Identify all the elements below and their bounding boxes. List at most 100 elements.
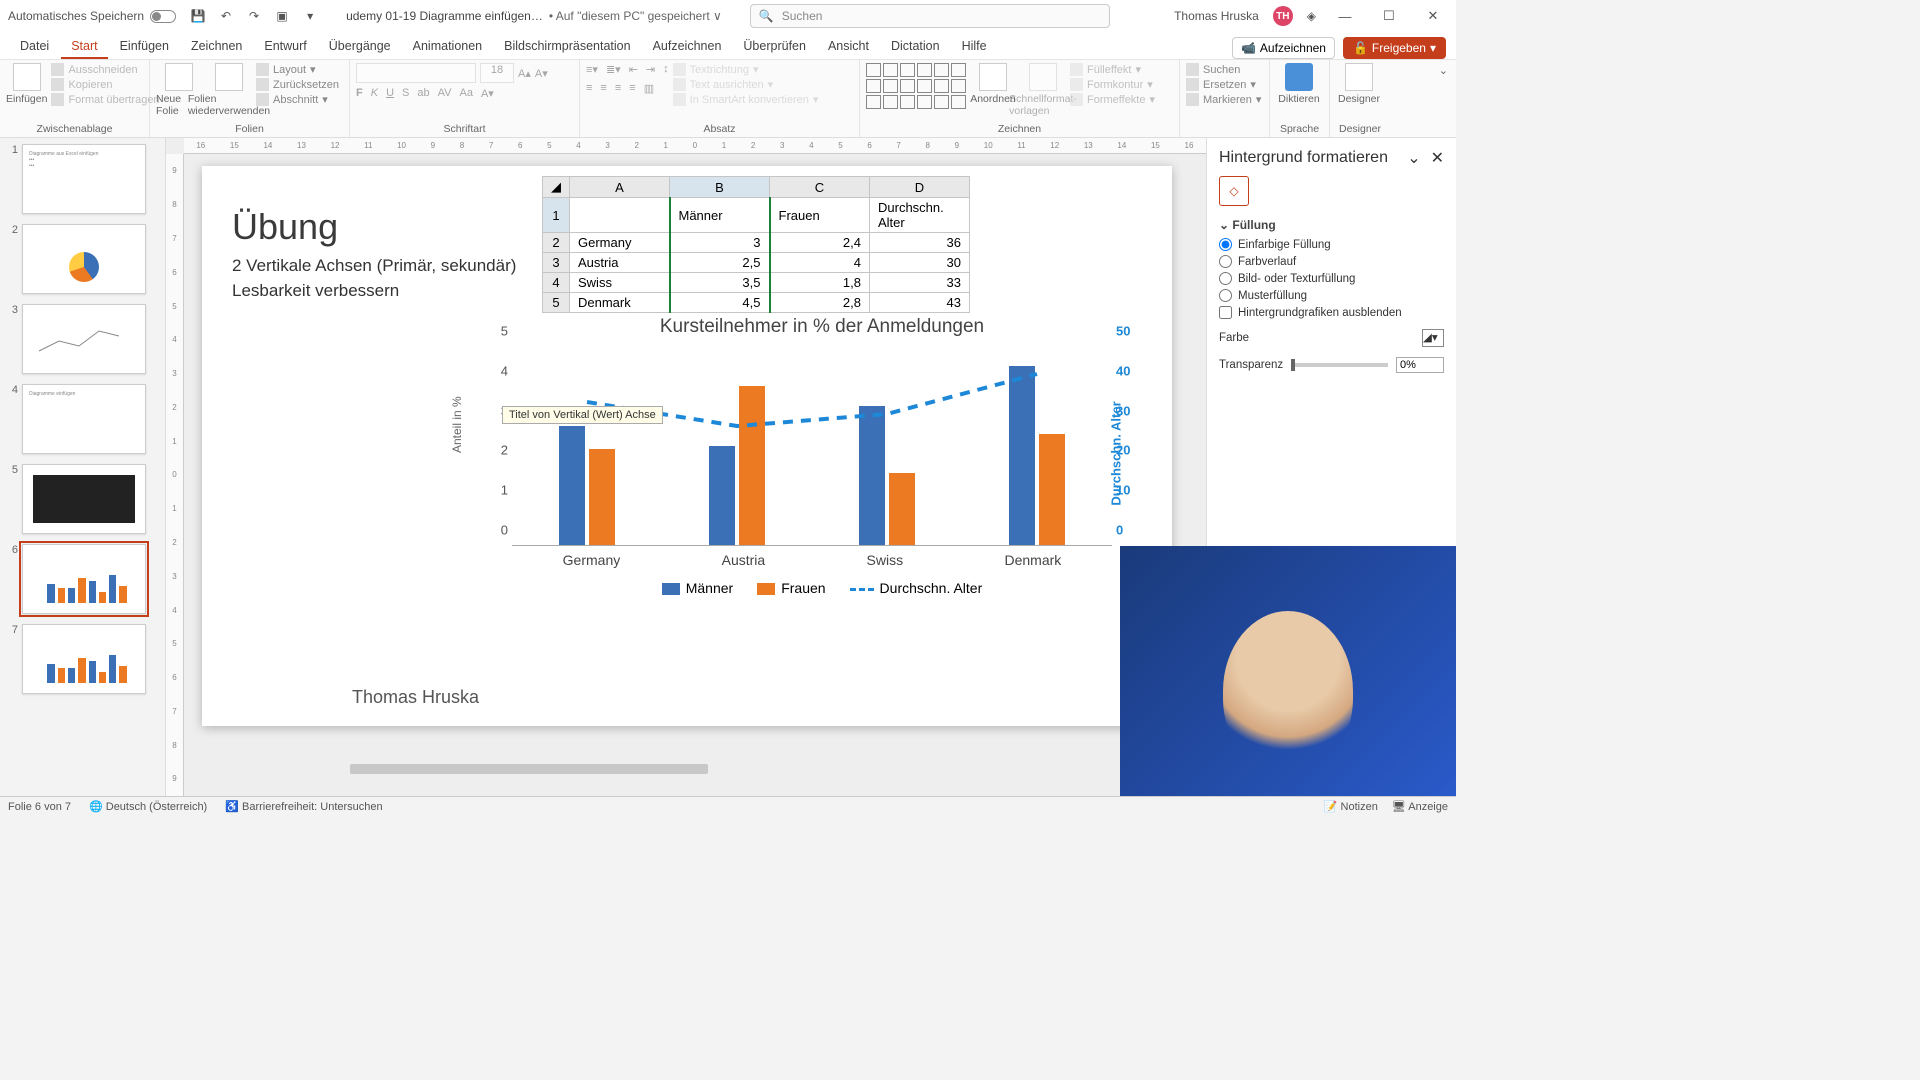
- tab-uebergaenge[interactable]: Übergänge: [319, 34, 401, 59]
- diamond-icon[interactable]: ◈: [1307, 9, 1316, 23]
- thumb-1[interactable]: Diagramme aus Excel einfügen••••••: [22, 144, 146, 214]
- replace-icon: [1186, 78, 1199, 91]
- chart[interactable]: Kursteilnehmer in % der Anmeldungen Ante…: [472, 316, 1172, 596]
- replace-button[interactable]: Ersetzen ▾: [1186, 78, 1261, 91]
- bar-frauen-Swiss[interactable]: [889, 473, 915, 545]
- tab-zeichnen[interactable]: Zeichnen: [181, 34, 252, 59]
- col-b[interactable]: B: [670, 177, 770, 198]
- slide-editor[interactable]: 1615141312111098765432101234567891011121…: [166, 138, 1206, 796]
- panel-options-icon[interactable]: ⌄: [1407, 150, 1420, 167]
- section-fuellung[interactable]: ⌄ Füllung: [1219, 218, 1444, 232]
- bar-frauen-Austria[interactable]: [739, 386, 765, 545]
- opt-solid[interactable]: Einfarbige Füllung: [1219, 238, 1444, 251]
- dictate-button[interactable]: Diktieren: [1276, 63, 1322, 105]
- color-picker[interactable]: ◢▾: [1422, 329, 1444, 347]
- slide-footer[interactable]: Thomas Hruska: [352, 687, 479, 708]
- numbering-icon: ≣▾: [606, 63, 621, 76]
- tab-animationen[interactable]: Animationen: [403, 34, 493, 59]
- tab-ueberpruefen[interactable]: Überprüfen: [733, 34, 816, 59]
- select-icon: [1186, 93, 1199, 106]
- increase-font-icon: A▴: [518, 67, 531, 80]
- slide-counter[interactable]: Folie 6 von 7: [8, 801, 71, 813]
- col-c[interactable]: C: [770, 177, 870, 198]
- document-title[interactable]: udemy 01-19 Diagramme einfügen…: [346, 9, 543, 23]
- tab-start[interactable]: Start: [61, 34, 107, 59]
- slide-thumbnails[interactable]: 1Diagramme aus Excel einfügen•••••• 2 3 …: [0, 138, 166, 796]
- chart-plot[interactable]: Anteil in % Durchschn. Alter 012345 0102…: [512, 346, 1112, 546]
- close-button[interactable]: ✕: [1418, 8, 1448, 24]
- search-input[interactable]: 🔍 Suchen: [750, 4, 1110, 28]
- data-table[interactable]: ◢ A B C D 1 Männer Frauen Durchschn. Alt…: [542, 176, 970, 313]
- corner-cell[interactable]: ◢: [543, 177, 570, 198]
- undo-icon[interactable]: ↶: [218, 8, 234, 24]
- section-button[interactable]: Abschnitt ▾: [256, 93, 339, 106]
- bar-frauen-Germany[interactable]: [589, 449, 615, 545]
- opt-picture[interactable]: Bild- oder Texturfüllung: [1219, 272, 1444, 285]
- bar-frauen-Denmark[interactable]: [1039, 434, 1065, 545]
- thumb-7[interactable]: [22, 624, 146, 694]
- tab-datei[interactable]: Datei: [10, 34, 59, 59]
- tab-ansicht[interactable]: Ansicht: [818, 34, 879, 59]
- col-d[interactable]: D: [870, 177, 970, 198]
- thumb-4[interactable]: Diagramme einfügen: [22, 384, 146, 454]
- toggle-switch-icon[interactable]: [150, 10, 176, 23]
- opt-pattern[interactable]: Musterfüllung: [1219, 289, 1444, 302]
- tab-dictation[interactable]: Dictation: [881, 34, 950, 59]
- thumb-6[interactable]: [22, 544, 146, 614]
- user-name[interactable]: Thomas Hruska: [1174, 9, 1259, 23]
- bar-maenner-Germany[interactable]: [559, 426, 585, 545]
- reset-button[interactable]: Zurücksetzen: [256, 78, 339, 91]
- col-a[interactable]: A: [570, 177, 670, 198]
- y-axis-title[interactable]: Anteil in %: [450, 396, 464, 453]
- shape-fill-button: Fülleffekt ▾: [1070, 63, 1155, 76]
- accessibility-status[interactable]: ♿ Barrierefreiheit: Untersuchen: [225, 800, 382, 813]
- save-status[interactable]: • Auf "diesem PC" gespeichert ∨: [549, 9, 722, 23]
- strike-button: S: [402, 87, 409, 100]
- quick-styles-button[interactable]: Schnellformat-vorlagen: [1020, 63, 1066, 117]
- qat-more-icon[interactable]: ▾: [302, 8, 318, 24]
- redo-icon[interactable]: ↷: [246, 8, 262, 24]
- shapes-gallery[interactable]: [866, 63, 966, 109]
- tab-aufzeichnen[interactable]: Aufzeichnen: [643, 34, 732, 59]
- bar-maenner-Swiss[interactable]: [859, 406, 885, 545]
- designer-button[interactable]: Designer: [1336, 63, 1382, 105]
- share-button[interactable]: 🔓 Freigeben ▾: [1343, 37, 1446, 59]
- layout-button[interactable]: Layout ▾: [256, 63, 339, 76]
- present-icon[interactable]: ▣: [274, 8, 290, 24]
- language-status[interactable]: 🌐 Deutsch (Österreich): [89, 800, 207, 813]
- designer-icon: [1345, 63, 1373, 91]
- opt-gradient[interactable]: Farbverlauf: [1219, 255, 1444, 268]
- tab-entwurf[interactable]: Entwurf: [254, 34, 316, 59]
- notes-button[interactable]: 📝 Notizen: [1324, 800, 1378, 813]
- minimize-button[interactable]: —: [1330, 9, 1360, 24]
- maximize-button[interactable]: ☐: [1374, 8, 1404, 24]
- fill-category-icon[interactable]: ◇: [1219, 176, 1249, 206]
- reuse-slides-button[interactable]: Folien wiederverwenden: [206, 63, 252, 117]
- collapse-ribbon-button[interactable]: ⌄: [1431, 60, 1456, 137]
- bar-maenner-Denmark[interactable]: [1009, 366, 1035, 545]
- autosave-toggle[interactable]: Automatisches Speichern: [8, 9, 176, 23]
- select-button[interactable]: Markieren ▾: [1186, 93, 1261, 106]
- opt-hide-graphics[interactable]: Hintergrundgrafiken ausblenden: [1219, 306, 1444, 319]
- chart-title[interactable]: Kursteilnehmer in % der Anmeldungen: [472, 316, 1172, 338]
- save-icon[interactable]: 💾: [190, 8, 206, 24]
- transparency-value[interactable]: [1396, 357, 1444, 373]
- horizontal-scrollbar[interactable]: [350, 762, 946, 776]
- paste-button[interactable]: Einfügen: [6, 63, 47, 105]
- bar-maenner-Austria[interactable]: [709, 446, 735, 546]
- avatar[interactable]: TH: [1273, 6, 1293, 26]
- tab-einfuegen[interactable]: Einfügen: [110, 34, 179, 59]
- case-button: Aa: [459, 87, 472, 100]
- slide-canvas[interactable]: Übung 2 Vertikale Achsen (Primär, sekund…: [202, 166, 1172, 726]
- record-button[interactable]: 📹 Aufzeichnen: [1232, 37, 1335, 59]
- reset-icon: [256, 78, 269, 91]
- transparency-slider[interactable]: [1291, 363, 1388, 367]
- tab-hilfe[interactable]: Hilfe: [952, 34, 997, 59]
- tab-bildschirm[interactable]: Bildschirmpräsentation: [494, 34, 640, 59]
- display-button[interactable]: 🖥 Anzeige: [1392, 800, 1448, 813]
- thumb-3[interactable]: [22, 304, 146, 374]
- find-button[interactable]: Suchen: [1186, 63, 1261, 76]
- panel-close-icon[interactable]: ✕: [1431, 150, 1444, 167]
- thumb-5[interactable]: [22, 464, 146, 534]
- thumb-2[interactable]: [22, 224, 146, 294]
